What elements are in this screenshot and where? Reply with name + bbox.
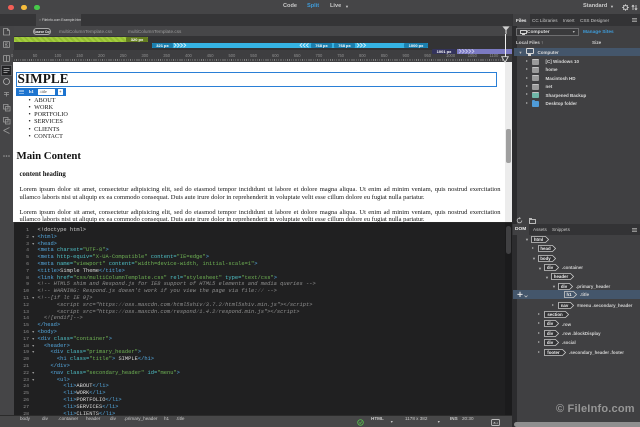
svg-text:h1: h1 [566, 292, 572, 297]
svg-text:header: header [554, 275, 569, 280]
svg-text:div: div [547, 322, 554, 327]
svg-text:section: section [547, 312, 563, 317]
svg-text:footer: footer [547, 350, 560, 355]
svg-text:html: html [534, 237, 543, 242]
svg-text:nav: nav [561, 303, 569, 308]
svg-text:body: body [540, 256, 551, 261]
svg-text:div: div [547, 340, 554, 345]
svg-text:head: head [540, 246, 551, 251]
svg-text:div: div [547, 265, 554, 270]
svg-text:div: div [561, 284, 568, 289]
svg-text:div: div [547, 331, 554, 336]
